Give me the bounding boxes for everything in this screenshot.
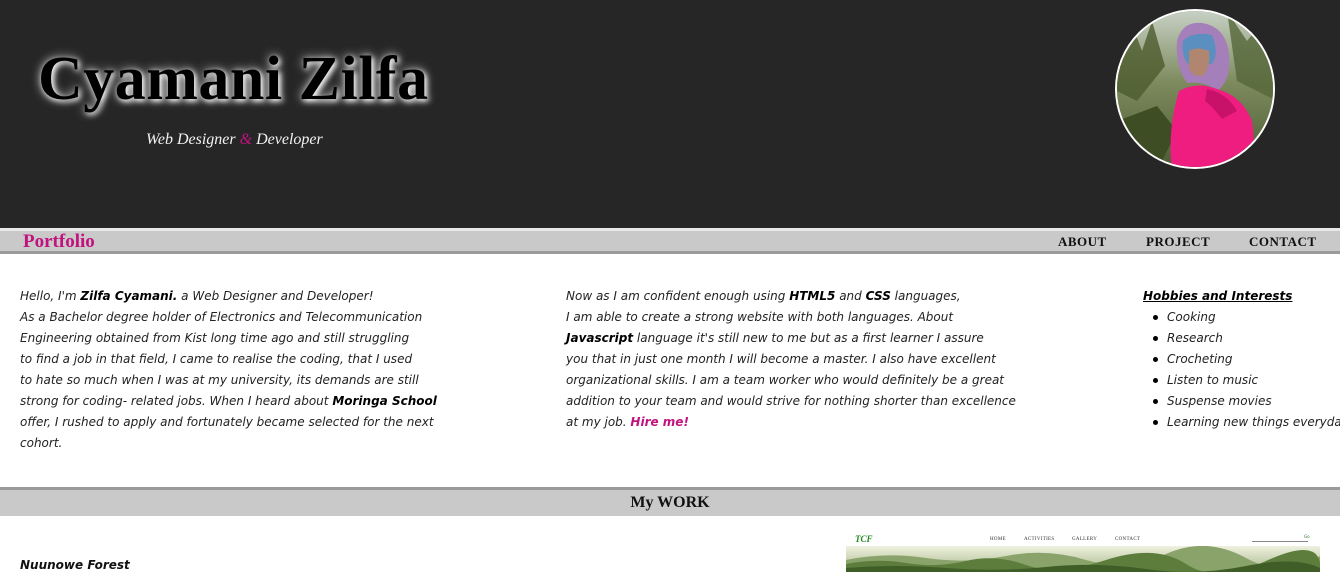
thumbnail-nav-link: GALLERY <box>1072 537 1098 542</box>
about-line: Now as I am confident enough using HTML5… <box>566 286 1016 307</box>
thumbnail-nav-link: ACTIVITIES <box>1024 537 1055 542</box>
about-line: you that in just one month I will become… <box>566 352 996 366</box>
hobby-item: Learning new things everyday <box>1143 412 1340 433</box>
about-line: I am able to create a strong website wit… <box>566 310 954 324</box>
about-line: Hello, I'm Zilfa Cyamani. a Web Designer… <box>20 286 437 307</box>
hobby-item: Listen to music <box>1143 370 1340 391</box>
skill-javascript: Javascript <box>566 331 634 345</box>
header-banner: Cyamani Zilfa Web Designer & Developer <box>0 0 1340 228</box>
about-line: Javascript language it's still new to me… <box>566 328 1016 349</box>
about-skills: Now as I am confident enough using HTML5… <box>566 286 1016 433</box>
hobby-item: Suspense movies <box>1143 391 1340 412</box>
subtitle-role-2: Developer <box>252 131 323 148</box>
about-text: languages, <box>890 289 961 303</box>
forest-image <box>846 546 1320 572</box>
subtitle-ampersand: & <box>239 131 253 148</box>
nav-contact[interactable]: CONTACT <box>1249 234 1317 250</box>
nav-about[interactable]: ABOUT <box>1058 234 1107 250</box>
brand-logo[interactable]: Portfolio <box>23 231 95 253</box>
hobby-item: Crocheting <box>1143 349 1340 370</box>
skill-css: CSS <box>865 289 891 303</box>
thumbnail-nav: TCF HOME ACTIVITIES GALLERY CONTACT Go <box>846 534 1320 546</box>
about-line: to find a job in that field, I came to r… <box>20 352 413 366</box>
about-text: language it's still new to me but as a f… <box>633 331 984 345</box>
subtitle-role-1: Web Designer <box>146 131 240 148</box>
avatar <box>1115 9 1275 169</box>
about-intro: Hello, I'm Zilfa Cyamani. a Web Designer… <box>20 286 437 454</box>
thumbnail-nav-link: CONTACT <box>1115 537 1141 542</box>
hobbies-section: Hobbies and Interests Cooking Research C… <box>1143 286 1340 433</box>
hobby-item: Research <box>1143 328 1340 349</box>
about-line: to hate so much when I was at my univers… <box>20 373 419 387</box>
about-line: addition to your team and would strive f… <box>566 394 1016 408</box>
about-text: strong for coding- related jobs. When I … <box>20 394 333 408</box>
hobbies-list: Cooking Research Crocheting Listen to mu… <box>1143 307 1340 433</box>
about-line: strong for coding- related jobs. When I … <box>20 391 437 412</box>
owner-name-inline: Zilfa Cyamani. <box>80 289 178 303</box>
about-text: at my job. <box>566 415 631 429</box>
thumbnail-search-button: Go <box>1304 534 1310 539</box>
project-title: Nuunowe Forest <box>20 558 130 572</box>
nav-project[interactable]: PROJECT <box>1146 234 1210 250</box>
owner-name: Cyamani Zilfa <box>38 45 429 113</box>
thumbnail-search: Go <box>1252 534 1310 542</box>
about-text: and <box>835 289 866 303</box>
work-title: My WORK <box>630 494 710 511</box>
work-section-bar: My WORK <box>0 487 1340 516</box>
nav-bar: Portfolio ABOUT PROJECT CONTACT <box>0 228 1340 254</box>
thumbnail-logo: TCF <box>855 534 873 544</box>
owner-subtitle: Web Designer & Developer <box>146 131 323 149</box>
about-line: organizational skills. I am a team worke… <box>566 373 1005 387</box>
about-line: As a Bachelor degree holder of Electroni… <box>20 310 423 324</box>
project-thumbnail[interactable]: TCF HOME ACTIVITIES GALLERY CONTACT Go <box>846 534 1320 572</box>
thumbnail-nav-link: HOME <box>990 537 1006 542</box>
about-text: Now as I am confident enough using <box>566 289 790 303</box>
hire-me-link[interactable]: Hire me! <box>630 415 689 429</box>
about-text: a Web Designer and Developer! <box>177 289 374 303</box>
avatar-photo <box>1117 11 1273 167</box>
hobby-item: Cooking <box>1143 307 1340 328</box>
skill-html: HTML5 <box>789 289 836 303</box>
about-text: Hello, I'm <box>20 289 81 303</box>
about-line: at my job. Hire me! <box>566 412 1016 433</box>
about-line: Engineering obtained from Kist long time… <box>20 331 410 345</box>
about-line: offer, I rushed to apply and fortunately… <box>20 415 434 429</box>
about-line: cohort. <box>20 436 63 450</box>
school-name: Moringa School <box>332 394 437 408</box>
hobbies-title: Hobbies and Interests <box>1143 289 1293 303</box>
